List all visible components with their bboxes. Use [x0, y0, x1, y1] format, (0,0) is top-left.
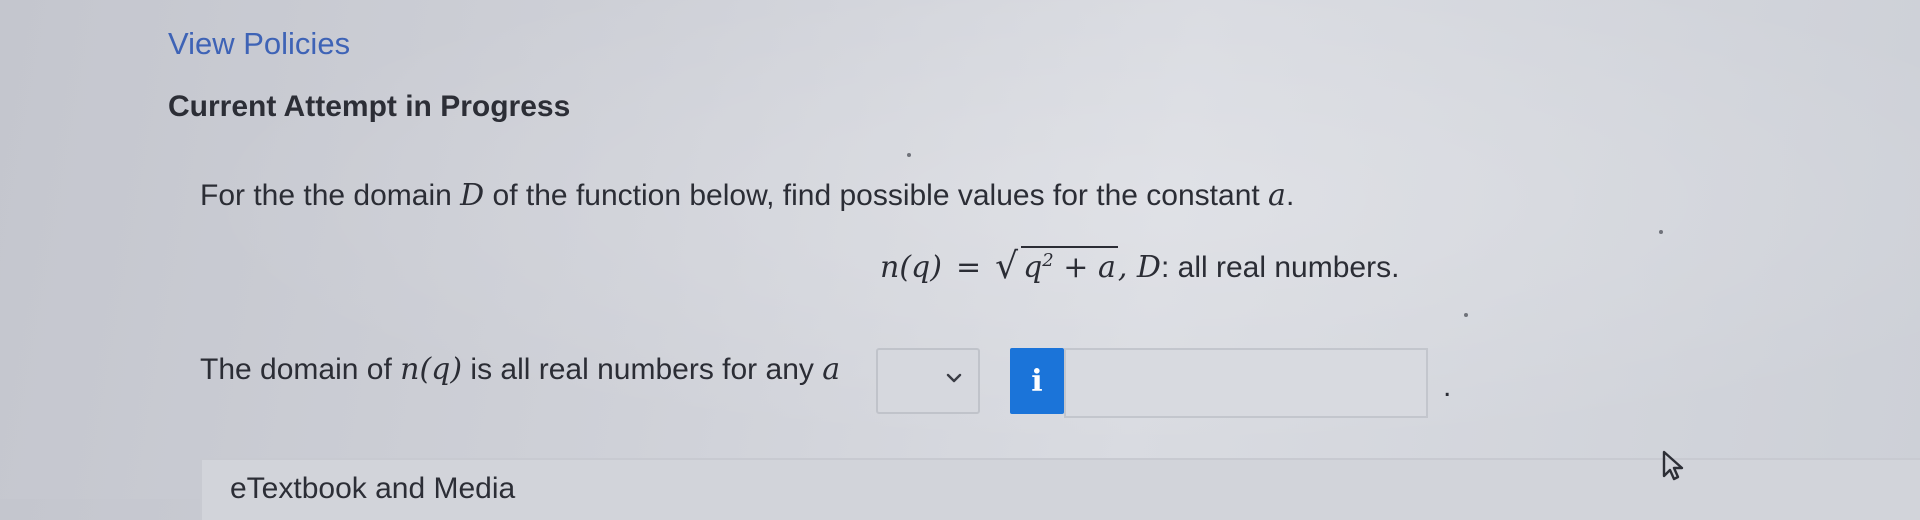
answer-text-2: is all real numbers for any	[462, 353, 823, 386]
question-prompt: For the the domain D of the function bel…	[200, 178, 1294, 213]
view-policies-link[interactable]: View Policies	[168, 26, 350, 62]
attempt-heading: Current Attempt in Progress	[168, 90, 571, 123]
comparison-select[interactable]	[876, 348, 980, 414]
trailing-period: .	[1443, 370, 1452, 403]
formula-equals: =	[955, 250, 982, 285]
answer-func: n(q)	[400, 352, 463, 387]
formula-domain-var: , D	[1117, 250, 1161, 285]
prompt-text-1: For the the domain	[200, 179, 461, 212]
radicand-base: q	[1023, 250, 1043, 285]
radical-sign-icon: √	[995, 246, 1019, 287]
answer-var-a: a	[822, 352, 841, 387]
prompt-text-3: .	[1285, 179, 1295, 212]
screen-speck	[1464, 313, 1468, 317]
function-formula: n(q) = √ q2 + a, D: all real numbers.	[880, 246, 1400, 287]
radicand-rest: + a	[1053, 250, 1116, 285]
formula-domain-text: : all real numbers.	[1160, 251, 1400, 284]
radicand-exponent: 2	[1042, 250, 1054, 271]
answer-input[interactable]	[1064, 348, 1428, 418]
info-button[interactable]: i	[1010, 348, 1064, 414]
square-root: √ q2 + a	[995, 246, 1118, 287]
prompt-var-a: a	[1268, 178, 1286, 213]
formula-lhs: n(q)	[880, 250, 942, 285]
answer-statement: The domain of n(q) is all real numbers f…	[200, 352, 840, 387]
etextbook-media-link[interactable]: eTextbook and Media	[230, 472, 515, 506]
radicand: q2 + a	[1021, 246, 1118, 285]
mouse-cursor-icon	[1662, 450, 1684, 481]
prompt-text-2: of the function below, find possible val…	[484, 179, 1269, 212]
screen-speck	[907, 153, 911, 157]
screen-speck	[1659, 230, 1663, 234]
chevron-down-icon	[946, 373, 962, 383]
prompt-var-d: D	[460, 178, 485, 213]
info-icon: i	[1031, 363, 1043, 399]
answer-text-1: The domain of	[200, 353, 401, 386]
